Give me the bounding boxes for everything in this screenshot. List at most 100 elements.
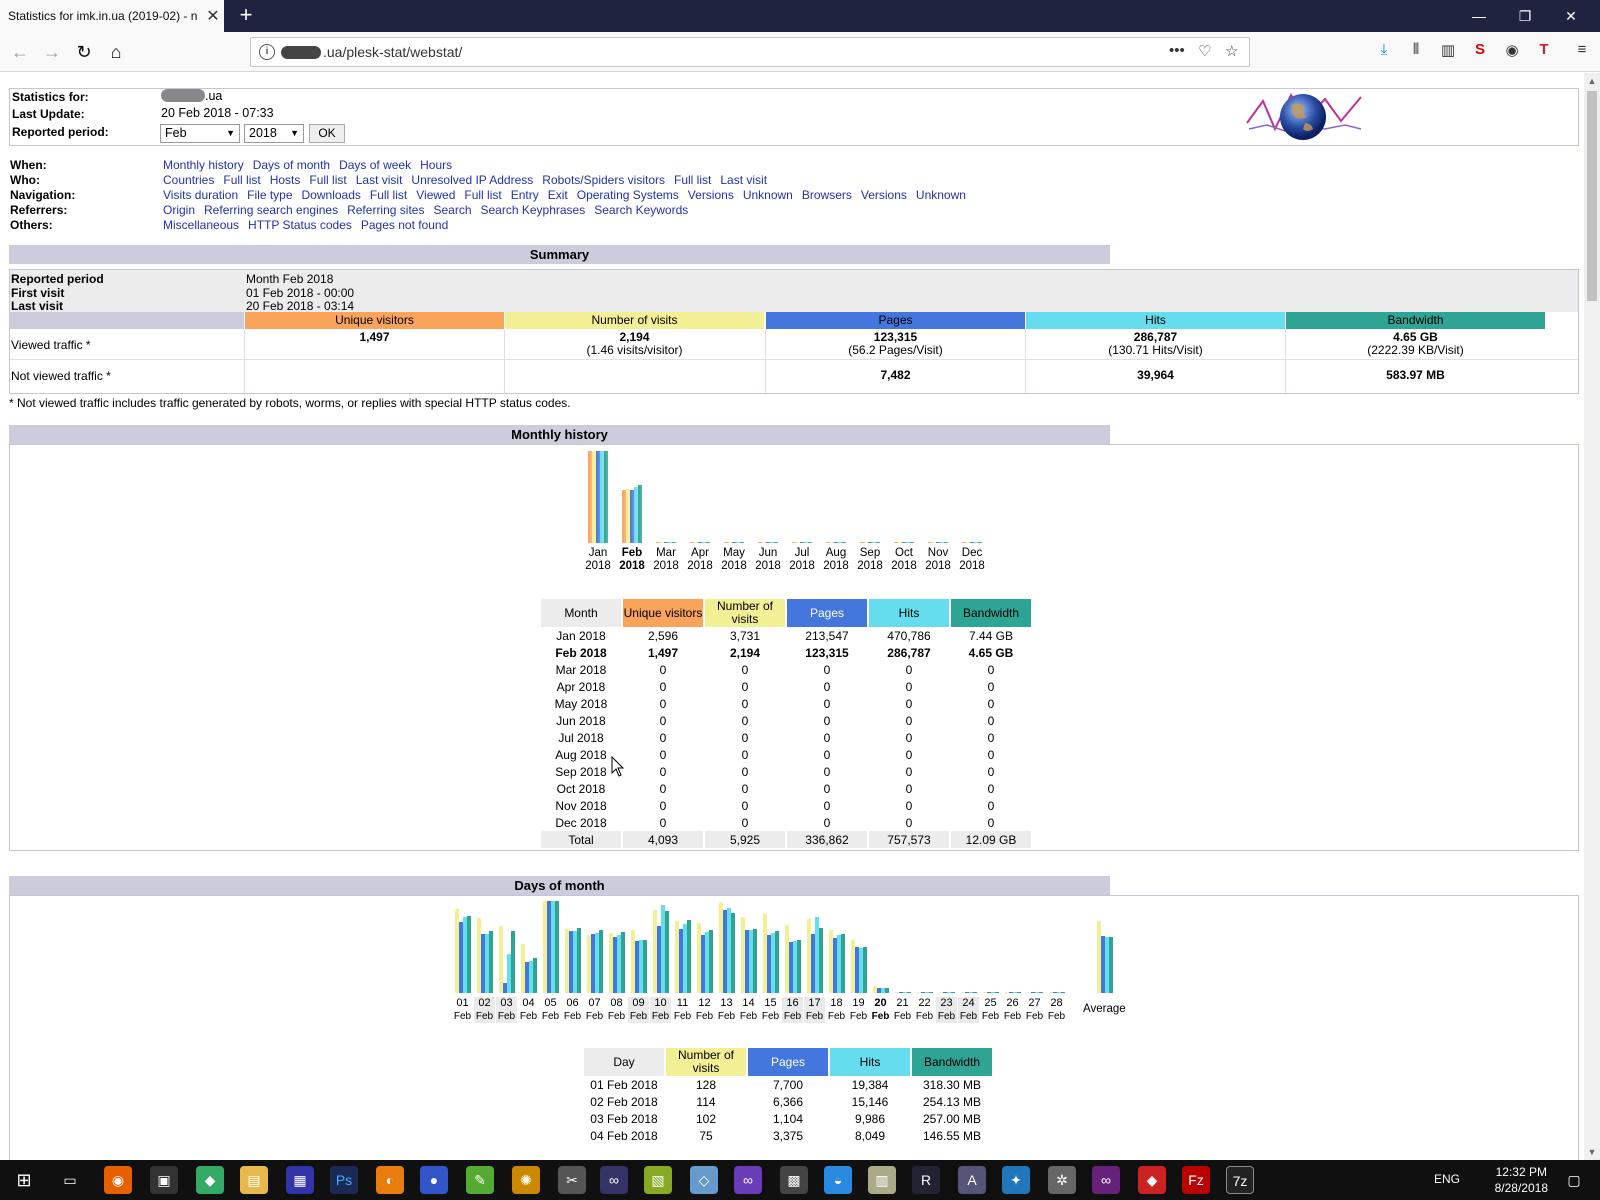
visual-studio-icon[interactable]: ∞ <box>734 1166 762 1194</box>
app-icon[interactable]: ✺ <box>512 1166 540 1194</box>
nav-link[interactable]: Entry <box>511 188 539 202</box>
nav-link[interactable]: Referring sites <box>347 203 424 217</box>
home-icon[interactable]: ⌂ <box>102 38 130 66</box>
library-icon[interactable]: ⫴ <box>1404 41 1428 63</box>
pocket-icon[interactable]: ♡ <box>1198 42 1211 60</box>
nav-link[interactable]: Full list <box>223 173 260 187</box>
app-icon[interactable]: ▧ <box>644 1166 672 1194</box>
windows-start-icon[interactable]: ⊞ <box>10 1166 38 1194</box>
month-select[interactable]: Feb ▼ <box>160 124 240 143</box>
firefox-icon[interactable]: ◉ <box>104 1166 132 1194</box>
app-icon[interactable]: ▦ <box>286 1166 314 1194</box>
new-tab-button[interactable]: + <box>232 2 260 30</box>
sidebar-icon[interactable]: ▥ <box>1436 41 1460 63</box>
filezilla-icon[interactable]: Fz <box>1182 1166 1210 1194</box>
nav-link[interactable]: Browsers <box>802 188 852 202</box>
nav-link[interactable]: Days of week <box>339 158 411 172</box>
year-select[interactable]: 2018 ▼ <box>244 124 304 143</box>
scrollbar-thumb[interactable] <box>1587 91 1597 301</box>
account-icon[interactable]: ◉ <box>1500 41 1524 63</box>
nav-link[interactable]: Unknown <box>743 188 793 202</box>
scroll-up-icon[interactable]: ▲ <box>1584 73 1600 89</box>
tab-close-icon[interactable]: ✕ <box>202 6 224 26</box>
nav-link[interactable]: Last visit <box>356 173 403 187</box>
nav-link[interactable]: Last visit <box>720 173 767 187</box>
app-icon[interactable]: R <box>912 1166 940 1194</box>
chart-x-day: 02 <box>478 997 491 1009</box>
nav-link[interactable]: Downloads <box>302 188 361 202</box>
nav-link[interactable]: Robots/Spiders visitors <box>542 173 665 187</box>
nav-link[interactable]: Operating Systems <box>577 188 679 202</box>
language-indicator[interactable]: ENG <box>1434 1172 1460 1186</box>
clock[interactable]: 12:32 PM 8/28/2018 <box>1495 1164 1548 1196</box>
app-icon[interactable]: ◆ <box>1138 1166 1166 1194</box>
nav-link[interactable]: Exit <box>548 188 568 202</box>
bookmark-star-icon[interactable]: ☆ <box>1225 42 1238 60</box>
extension-s-icon[interactable]: S <box>1468 41 1492 63</box>
nav-link[interactable]: Referring search engines <box>204 203 338 217</box>
app-icon[interactable]: ✂ <box>558 1166 586 1194</box>
window-close-icon[interactable]: ✕ <box>1548 0 1594 32</box>
nav-link[interactable]: Search Keyphrases <box>481 203 586 217</box>
nav-link[interactable]: Full list <box>464 188 501 202</box>
site-info-icon[interactable]: i <box>259 44 275 60</box>
terminal-icon[interactable]: ▣ <box>150 1166 178 1194</box>
ok-button[interactable]: OK <box>309 124 345 143</box>
forward-icon[interactable]: → <box>38 38 66 66</box>
app-icon[interactable]: ✦ <box>1002 1166 1030 1194</box>
download-icon[interactable]: ⤓ <box>1372 41 1396 63</box>
app-icon[interactable]: ● <box>420 1166 448 1194</box>
extension-t-icon[interactable]: T <box>1532 41 1556 63</box>
nav-link[interactable]: Viewed <box>416 188 455 202</box>
file-explorer-icon[interactable]: ▤ <box>240 1166 268 1194</box>
nav-link[interactable]: Search <box>433 203 471 217</box>
visual-studio-icon[interactable]: ∞ <box>1092 1166 1120 1194</box>
nav-link[interactable]: Pages not found <box>361 218 448 232</box>
app-icon[interactable]: A <box>958 1166 986 1194</box>
app-icon[interactable]: ▥ <box>868 1166 896 1194</box>
restore-icon[interactable]: ❐ <box>1502 0 1548 32</box>
app-icon[interactable]: ∞ <box>600 1166 628 1194</box>
calendar-icon[interactable]: ▩ <box>780 1166 808 1194</box>
nav-link[interactable]: Unknown <box>916 188 966 202</box>
menu-icon[interactable]: ≡ <box>1570 41 1594 63</box>
nav-link[interactable]: Full list <box>309 173 346 187</box>
chart-x-label: 18 Feb <box>826 997 847 1023</box>
nav-link[interactable]: File type <box>247 188 292 202</box>
app-icon[interactable]: ◒ <box>824 1166 852 1194</box>
nav-link[interactable]: Hours <box>420 158 452 172</box>
chart-x-label: 22 Feb <box>914 997 935 1023</box>
nav-link[interactable]: HTTP Status codes <box>248 218 352 232</box>
url-bar[interactable]: i .ua/plesk-stat/webstat/ ••• ♡ ☆ <box>250 37 1250 67</box>
nav-link[interactable]: Visits duration <box>163 188 238 202</box>
nav-link[interactable]: Countries <box>163 173 214 187</box>
photoshop-icon[interactable]: Ps <box>330 1166 358 1194</box>
tab-active[interactable]: Statistics for imk.in.ua (2019-02) - n ✕ <box>0 0 224 32</box>
task-view-icon[interactable]: ▭ <box>56 1166 84 1194</box>
scroll-down-icon[interactable]: ▼ <box>1584 1144 1600 1160</box>
nav-link[interactable]: Miscellaneous <box>163 218 239 232</box>
notepad-icon[interactable]: ✎ <box>466 1166 494 1194</box>
page-scrollbar[interactable]: ▲ ▼ <box>1584 73 1600 1160</box>
nav-link[interactable]: Full list <box>370 188 407 202</box>
notifications-icon[interactable]: ▢ <box>1560 1166 1588 1194</box>
summary-col-divider <box>1285 329 1286 393</box>
nav-link[interactable]: Search Keywords <box>594 203 688 217</box>
nav-link[interactable]: Days of month <box>253 158 330 172</box>
nav-link[interactable]: Unresolved IP Address <box>411 173 533 187</box>
app-icon[interactable]: ◇ <box>690 1166 718 1194</box>
nav-link[interactable]: Monthly history <box>163 158 244 172</box>
nav-link[interactable]: Full list <box>674 173 711 187</box>
nav-link[interactable]: Origin <box>163 203 195 217</box>
reload-icon[interactable]: ↻ <box>70 38 98 66</box>
page-actions-icon[interactable]: ••• <box>1169 42 1185 59</box>
app-icon[interactable]: ◆ <box>196 1166 224 1194</box>
back-icon[interactable]: ← <box>6 38 34 66</box>
nav-link[interactable]: Versions <box>861 188 907 202</box>
7zip-icon[interactable]: 7z <box>1226 1166 1254 1194</box>
nav-link[interactable]: Hosts <box>270 173 301 187</box>
blender-icon[interactable]: ◐ <box>376 1166 404 1194</box>
minimize-icon[interactable]: — <box>1456 0 1502 32</box>
nav-link[interactable]: Versions <box>688 188 734 202</box>
app-icon[interactable]: ✲ <box>1048 1166 1076 1194</box>
